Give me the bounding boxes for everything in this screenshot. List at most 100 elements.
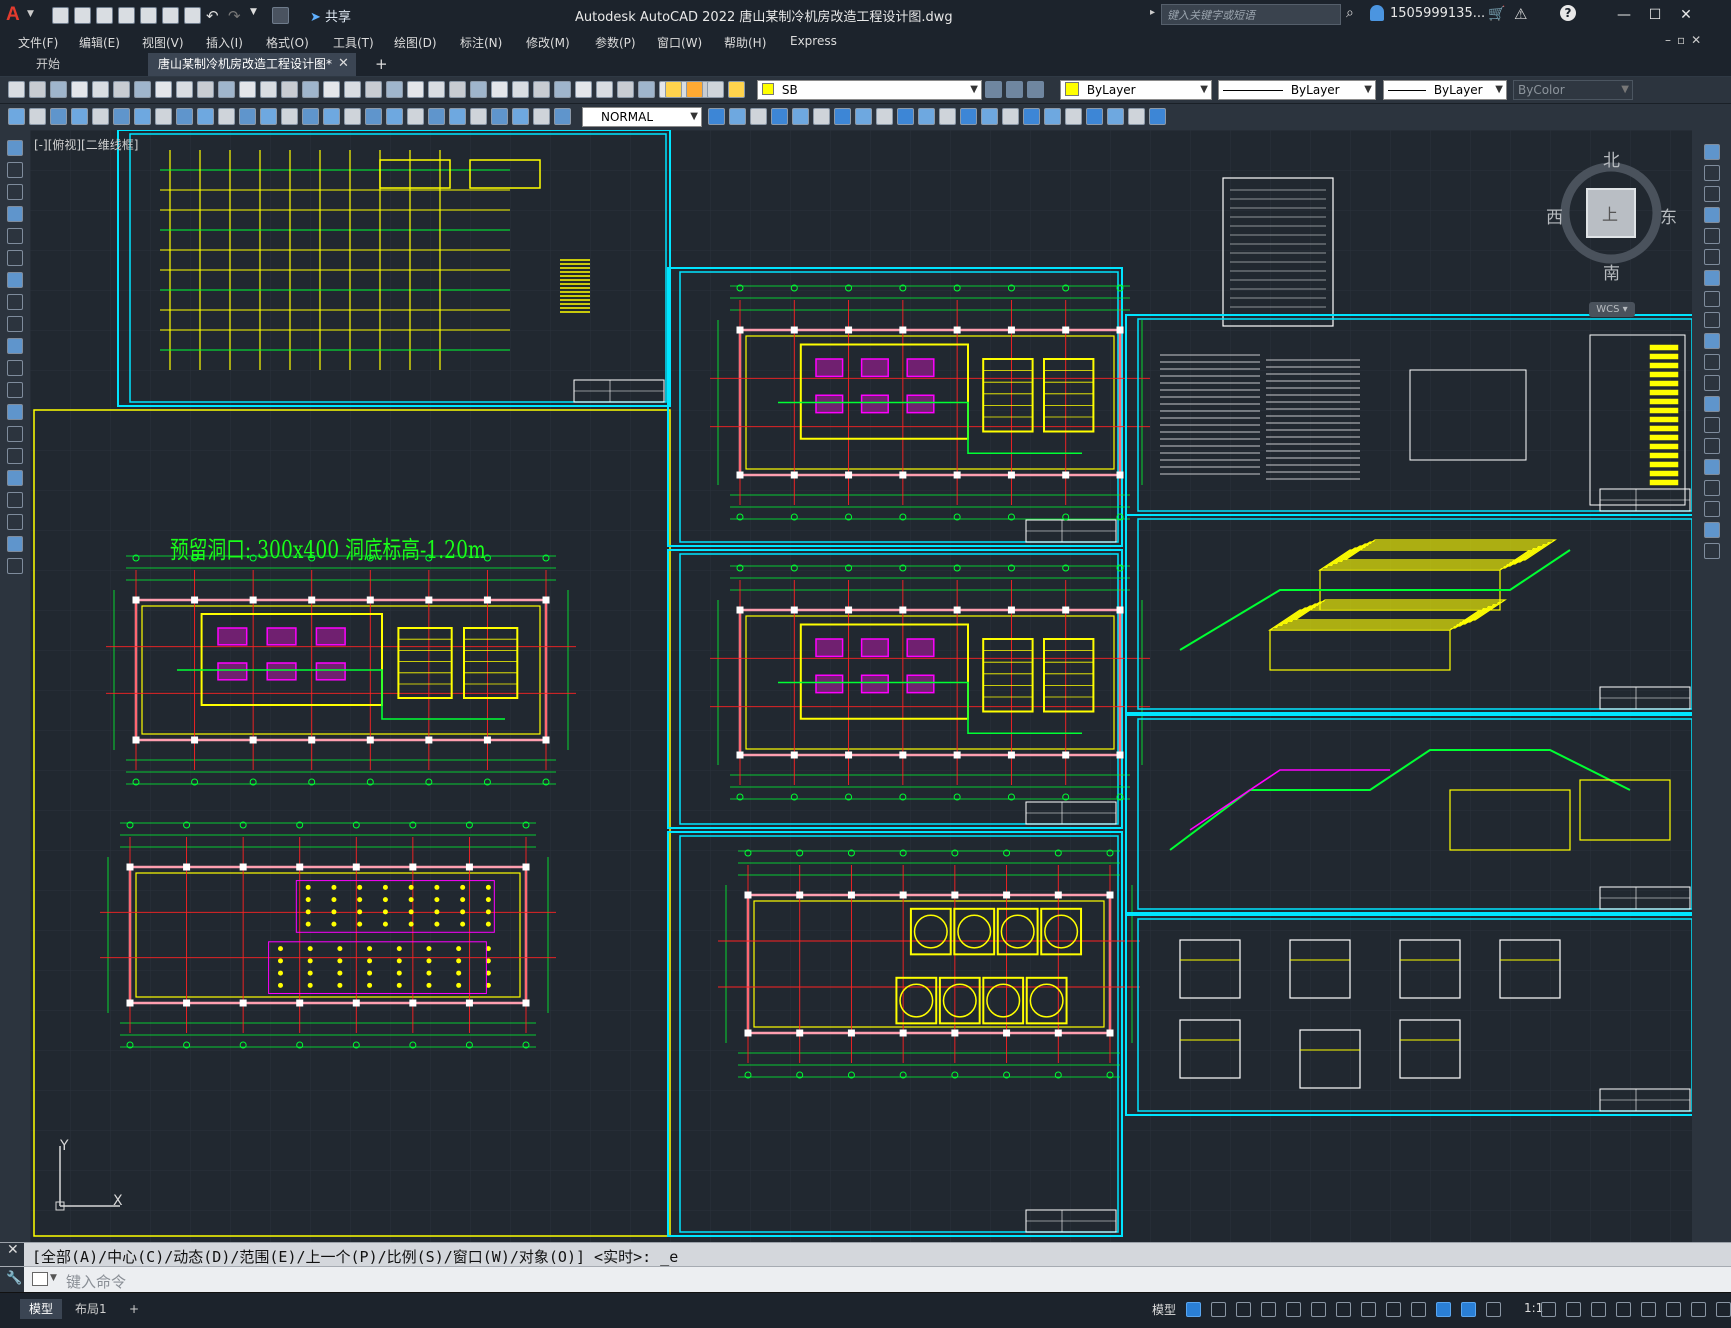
dimension-tool-23-icon[interactable] bbox=[470, 108, 487, 125]
draw-tool-12-icon[interactable] bbox=[7, 382, 23, 398]
dimension-tool-13-icon[interactable] bbox=[260, 108, 277, 125]
search-icon[interactable]: ⌕ bbox=[1346, 5, 1354, 21]
tab-document[interactable]: 唐山某制冷机房改造工程设计图* bbox=[148, 53, 356, 76]
ortho-toggle-icon[interactable] bbox=[1261, 1302, 1276, 1317]
menu-insert[interactable]: 插入(I) bbox=[206, 34, 243, 51]
new-icon[interactable] bbox=[52, 6, 69, 24]
standard-tool-28-icon[interactable] bbox=[575, 81, 592, 98]
wrench-icon[interactable]: 🔧 bbox=[6, 1271, 22, 1286]
modify-tool-6-icon[interactable] bbox=[813, 108, 830, 125]
match-layer-icon[interactable] bbox=[1006, 81, 1023, 98]
dimension-tool-2-icon[interactable] bbox=[29, 108, 46, 125]
add-layout-button[interactable]: + bbox=[120, 1299, 148, 1319]
modify-side-tool-9-icon[interactable] bbox=[1704, 312, 1720, 328]
lineweight-dropdown[interactable]: ByLayer ▼ bbox=[1383, 80, 1507, 100]
modify-side-tool-8-icon[interactable] bbox=[1704, 291, 1720, 307]
tab-layout1[interactable]: 布局1 bbox=[66, 1299, 116, 1319]
dimension-tool-15-icon[interactable] bbox=[302, 108, 319, 125]
standard-tool-14-icon[interactable] bbox=[281, 81, 298, 98]
draw-tool-16-icon[interactable] bbox=[7, 470, 23, 486]
modify-tool-2-icon[interactable] bbox=[729, 108, 746, 125]
workspace-toggle-icon[interactable] bbox=[1541, 1302, 1556, 1317]
modify-tool-13-icon[interactable] bbox=[960, 108, 977, 125]
modify-tool-9-icon[interactable] bbox=[876, 108, 893, 125]
standard-tool-26-icon[interactable] bbox=[533, 81, 550, 98]
menu-parametric[interactable]: 参数(P) bbox=[595, 34, 636, 51]
open-icon[interactable] bbox=[74, 6, 91, 24]
modify-side-tool-18-icon[interactable] bbox=[1704, 501, 1720, 517]
layer-tool-4-icon[interactable] bbox=[728, 81, 745, 98]
redo-icon[interactable]: ↷ bbox=[228, 7, 245, 25]
menu-draw[interactable]: 绘图(D) bbox=[394, 34, 437, 51]
tab-start[interactable]: 开始 bbox=[26, 53, 136, 76]
modify-side-tool-7-icon[interactable] bbox=[1704, 270, 1720, 286]
menu-help[interactable]: 帮助(H) bbox=[724, 34, 766, 51]
workspace-icon[interactable] bbox=[272, 6, 289, 24]
color-dropdown[interactable]: ByLayer ▼ bbox=[1060, 80, 1212, 100]
layer-states-icon[interactable] bbox=[985, 81, 1002, 98]
dimension-tool-20-icon[interactable] bbox=[407, 108, 424, 125]
modify-tool-22-icon[interactable] bbox=[1149, 108, 1166, 125]
save-icon[interactable] bbox=[96, 6, 113, 24]
menu-tools[interactable]: 工具(T) bbox=[333, 34, 374, 51]
standard-tool-27-icon[interactable] bbox=[554, 81, 571, 98]
draw-tool-15-icon[interactable] bbox=[7, 448, 23, 464]
dimension-tool-11-icon[interactable] bbox=[218, 108, 235, 125]
draw-tool-18-icon[interactable] bbox=[7, 514, 23, 530]
plot-icon[interactable] bbox=[184, 6, 201, 24]
modify-side-tool-16-icon[interactable] bbox=[1704, 459, 1720, 475]
draw-tool-3-icon[interactable] bbox=[7, 184, 23, 200]
viewcube[interactable]: 北 南 东 西 上 bbox=[1546, 151, 1677, 284]
modify-tool-5-icon[interactable] bbox=[792, 108, 809, 125]
help-icon[interactable]: ? bbox=[1560, 5, 1576, 21]
standard-tool-4-icon[interactable] bbox=[71, 81, 88, 98]
dimension-tool-9-icon[interactable] bbox=[176, 108, 193, 125]
customize-toggle-icon[interactable] bbox=[1716, 1302, 1731, 1317]
standard-tool-5-icon[interactable] bbox=[92, 81, 109, 98]
modify-tool-21-icon[interactable] bbox=[1128, 108, 1145, 125]
customize-icon[interactable]: 🔧 bbox=[0, 1267, 24, 1293]
save-as-icon[interactable] bbox=[118, 6, 135, 24]
modify-side-tool-14-icon[interactable] bbox=[1704, 417, 1720, 433]
tab-model[interactable]: 模型 bbox=[20, 1299, 63, 1319]
command-input[interactable]: 键入命令 bbox=[66, 1271, 126, 1292]
draw-tool-9-icon[interactable] bbox=[7, 316, 23, 332]
draw-tool-17-icon[interactable] bbox=[7, 492, 23, 508]
doc-window-controls[interactable]: –▫✕ bbox=[1665, 33, 1707, 47]
close-icon[interactable]: ✕ bbox=[7, 1242, 19, 1258]
standard-tool-12-icon[interactable] bbox=[239, 81, 256, 98]
standard-tool-21-icon[interactable] bbox=[428, 81, 445, 98]
draw-tool-4-icon[interactable] bbox=[7, 206, 23, 222]
draw-tool-14-icon[interactable] bbox=[7, 426, 23, 442]
modify-tool-3-icon[interactable] bbox=[750, 108, 767, 125]
viewcube-east[interactable]: 东 bbox=[1660, 203, 1677, 228]
modify-tool-10-icon[interactable] bbox=[897, 108, 914, 125]
modify-tool-8-icon[interactable] bbox=[855, 108, 872, 125]
model-space[interactable] bbox=[30, 130, 1692, 1242]
standard-tool-15-icon[interactable] bbox=[302, 81, 319, 98]
menu-view[interactable]: 视图(V) bbox=[142, 34, 184, 51]
undo-icon[interactable]: ↶ bbox=[206, 7, 223, 25]
model-space-label[interactable]: 模型 bbox=[1152, 1301, 1176, 1318]
modify-tool-15-icon[interactable] bbox=[1002, 108, 1019, 125]
menu-edit[interactable]: 编辑(E) bbox=[79, 34, 120, 51]
modify-side-tool-2-icon[interactable] bbox=[1704, 165, 1720, 181]
standard-tool-10-icon[interactable] bbox=[197, 81, 214, 98]
viewcube-west[interactable]: 西 bbox=[1546, 203, 1563, 228]
osnap-track-toggle-icon[interactable] bbox=[1336, 1302, 1351, 1317]
units-toggle-icon[interactable] bbox=[1591, 1302, 1606, 1317]
open-from-web-icon[interactable] bbox=[140, 6, 157, 24]
modify-tool-14-icon[interactable] bbox=[981, 108, 998, 125]
expand-search-icon[interactable]: ▸ bbox=[1150, 7, 1155, 18]
wcs-menu[interactable]: WCS ▾ bbox=[1589, 302, 1635, 317]
menu-window[interactable]: 窗口(W) bbox=[657, 34, 702, 51]
previous-layer-icon[interactable] bbox=[1027, 81, 1044, 98]
command-line[interactable]: 🔧 ▼ 键入命令 bbox=[0, 1266, 1731, 1293]
draw-tool-5-icon[interactable] bbox=[7, 228, 23, 244]
autocad-logo-icon[interactable]: A bbox=[6, 4, 28, 26]
standard-tool-22-icon[interactable] bbox=[449, 81, 466, 98]
viewcube-south[interactable]: 南 bbox=[1603, 259, 1620, 284]
dimension-tool-25-icon[interactable] bbox=[512, 108, 529, 125]
modify-tool-17-icon[interactable] bbox=[1044, 108, 1061, 125]
new-tab-button[interactable]: + bbox=[375, 55, 388, 73]
